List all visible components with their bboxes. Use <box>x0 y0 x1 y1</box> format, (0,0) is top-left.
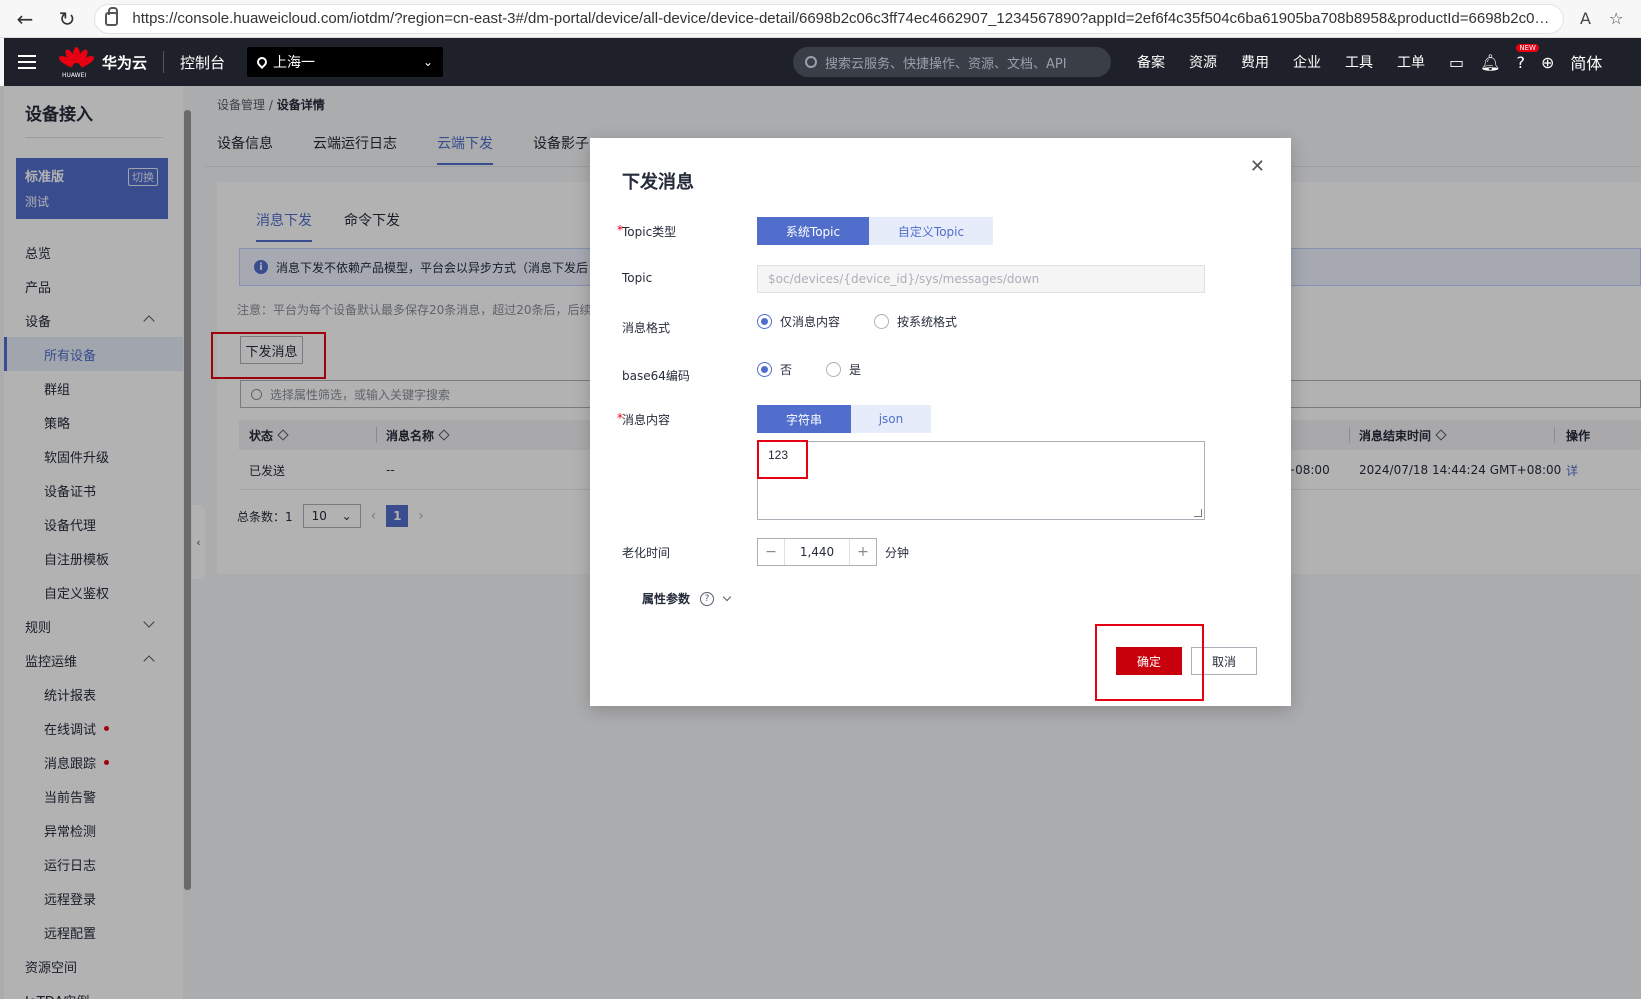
radio-base64-no[interactable] <box>757 362 772 377</box>
property-params-toggle[interactable]: 属性参数 ? <box>642 590 732 607</box>
nav-link-tickets[interactable]: 工单 <box>1397 52 1425 72</box>
radio-system-format[interactable] <box>874 314 890 329</box>
plus-icon[interactable]: + <box>850 539 876 565</box>
topic-type-toggle: 系统Topic 自定义Topic <box>757 217 993 245</box>
content-label: * 消息内容 <box>617 411 671 427</box>
radio-content-only[interactable] <box>757 314 772 329</box>
search-placeholder: 搜索云服务、快捷操作、资源、文档、API <box>825 56 1067 72</box>
region-value: 上海一 <box>273 55 316 71</box>
radio-content-only-label[interactable]: 仅消息内容 <box>780 313 840 330</box>
nav-link-billing[interactable]: 费用 <box>1241 52 1269 72</box>
send-message-dialog: 下发消息 ✕ * Topic类型 系统Topic 自定义Topic Topic $… <box>590 138 1291 706</box>
nav-link-resources[interactable]: 资源 <box>1189 52 1217 72</box>
help-icon[interactable]: ? NEW <box>1516 43 1539 72</box>
content-type-toggle: 字符串 json <box>757 405 931 433</box>
chevron-down-icon <box>722 592 732 601</box>
confirm-button[interactable]: 确定 <box>1116 647 1182 675</box>
language-label[interactable]: 简体 <box>1570 50 1602 74</box>
close-icon[interactable]: ✕ <box>1250 156 1265 177</box>
chevron-down-icon: ⌄ <box>422 55 434 69</box>
global-search-input[interactable]: 搜索云服务、快捷操作、资源、文档、API <box>793 47 1112 77</box>
brand-name: 华为云 <box>102 53 148 72</box>
new-badge: NEW <box>1516 43 1539 52</box>
ttl-stepper: − 1,440 + <box>757 538 877 566</box>
terminal-icon[interactable]: ▭ <box>1449 53 1464 72</box>
minus-icon[interactable]: − <box>758 539 784 565</box>
base64-radio-group: 否 是 <box>757 361 861 378</box>
message-content-value: 123 <box>768 448 789 462</box>
option-system-topic[interactable]: 系统Topic <box>757 217 869 245</box>
favorite-star-icon[interactable]: ☆ <box>1609 9 1623 28</box>
ttl-label: 老化时间 <box>622 546 671 560</box>
resize-handle-icon[interactable] <box>1194 509 1202 517</box>
topic-input[interactable]: $oc/devices/{device_id}/sys/messages/dow… <box>757 265 1205 293</box>
dialog-title: 下发消息 <box>622 172 694 193</box>
radio-base64-yes[interactable] <box>826 362 842 377</box>
option-json[interactable]: json <box>851 405 931 433</box>
ttl-unit: 分钟 <box>885 546 910 560</box>
question-icon[interactable]: ? <box>700 591 715 606</box>
back-icon[interactable]: ← <box>8 2 42 36</box>
base64-label: base64编码 <box>622 369 690 383</box>
reload-icon[interactable]: ↻ <box>50 2 84 36</box>
option-string[interactable]: 字符串 <box>757 405 851 433</box>
radio-system-format-label[interactable]: 按系统格式 <box>897 313 957 330</box>
console-link[interactable]: 控制台 <box>180 52 225 73</box>
read-aloud-icon[interactable]: A <box>1580 9 1591 28</box>
topic-type-label: * Topic类型 <box>617 223 677 239</box>
lock-icon <box>105 6 119 26</box>
browser-toolbar: ← ↻ https://console.huaweicloud.com/iotd… <box>0 0 1641 38</box>
huawei-cloud-logo[interactable]: HUAWEI 华为云 <box>57 47 148 79</box>
nav-link-filing[interactable]: 备案 <box>1137 52 1165 72</box>
format-label: 消息格式 <box>622 321 671 335</box>
topic-label: Topic <box>622 271 653 285</box>
url-text: https://console.huaweicloud.com/iotdm/?r… <box>132 10 1553 27</box>
ttl-value[interactable]: 1,440 <box>784 539 850 565</box>
nav-link-tools[interactable]: 工具 <box>1345 52 1373 72</box>
option-custom-topic[interactable]: 自定义Topic <box>869 217 993 245</box>
nav-link-enterprise[interactable]: 企业 <box>1293 52 1321 72</box>
cancel-button[interactable]: 取消 <box>1191 647 1257 675</box>
top-navigation: HUAWEI 华为云 控制台 上海一 ⌄ 搜索云服务、快捷操作、资源、文档、AP… <box>4 38 1641 86</box>
location-pin-icon <box>254 54 270 70</box>
message-content-textarea[interactable]: 123 <box>757 441 1205 520</box>
huawei-flower-icon: HUAWEI <box>57 47 96 79</box>
bell-icon[interactable]: 🔔︎ <box>1480 53 1500 72</box>
address-bar[interactable]: https://console.huaweicloud.com/iotdm/?r… <box>94 3 1564 34</box>
search-icon <box>805 56 818 68</box>
radio-base64-yes-label[interactable]: 是 <box>849 361 861 378</box>
region-select[interactable]: 上海一 ⌄ <box>247 47 444 77</box>
radio-base64-no-label[interactable]: 否 <box>780 361 792 378</box>
divider <box>163 51 165 73</box>
property-params-label: 属性参数 <box>642 592 691 606</box>
globe-icon[interactable]: ⊕ <box>1541 53 1554 72</box>
format-radio-group: 仅消息内容 按系统格式 <box>757 313 957 330</box>
brand-sub: HUAWEI <box>62 72 87 79</box>
menu-icon[interactable] <box>4 55 50 69</box>
